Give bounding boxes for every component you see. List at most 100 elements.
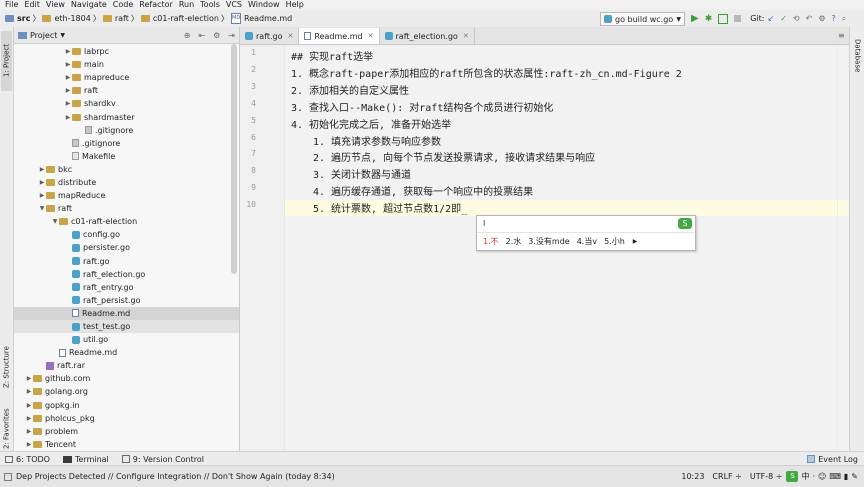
vcs-history-icon[interactable]: ⟲ (793, 14, 800, 23)
tree-item[interactable]: ▶ shardmaster (14, 110, 239, 123)
expand-right-icon[interactable]: ▶ (25, 415, 33, 422)
emoji-icon[interactable]: ☺ (818, 472, 826, 481)
editor-tab[interactable]: Readme.md ✕ (299, 28, 380, 44)
menu-item-file[interactable]: File (0, 0, 21, 10)
tab-database[interactable]: Database (852, 32, 863, 80)
hide-panel-icon[interactable]: ⇥ (228, 31, 235, 40)
breadcrumb-item[interactable]: MD Readme.md (229, 13, 294, 24)
menu-item-window[interactable]: Window (245, 0, 283, 10)
expand-right-icon[interactable]: ▶ (25, 388, 33, 395)
run-icon[interactable]: ▶ (691, 13, 699, 24)
expand-right-icon[interactable]: ▶ (64, 87, 72, 94)
tree-item[interactable]: persister.go (14, 241, 239, 254)
line-separator[interactable]: CRLF ÷ (712, 472, 741, 481)
tree-item[interactable]: util.go (14, 333, 239, 346)
tab-terminal[interactable]: Terminal (75, 455, 109, 464)
project-view-selector[interactable]: Project (30, 31, 57, 40)
tree-item[interactable]: ▶ labrpc (14, 45, 239, 58)
menu-item-run[interactable]: Run (176, 0, 197, 10)
expand-right-icon[interactable]: ▶ (25, 428, 33, 435)
tree-item[interactable]: raft_persist.go (14, 294, 239, 307)
caret-position[interactable]: 10:23 (681, 472, 704, 481)
close-icon[interactable]: ✕ (368, 32, 374, 40)
code-line[interactable]: 3. 关闭计数器与通道 (313, 166, 411, 181)
tree-item[interactable]: ▶ golang.org (14, 385, 239, 398)
search-icon[interactable]: ⌕ (842, 14, 846, 24)
menu-item-view[interactable]: View (43, 0, 68, 10)
tree-item[interactable]: ▶ problem (14, 425, 239, 438)
expand-right-icon[interactable]: ▶ (64, 74, 72, 81)
punctuation-icon[interactable]: · (812, 472, 815, 481)
ime-candidate[interactable]: 4.当v (577, 236, 597, 247)
tree-item[interactable]: ▶ bkc (14, 163, 239, 176)
chevron-down-icon[interactable]: ▼ (60, 32, 65, 39)
code-line[interactable]: 2. 添加相关的自定义属性 (291, 82, 409, 97)
expand-down-icon[interactable]: ▼ (51, 218, 59, 225)
tree-item[interactable]: raft_election.go (14, 268, 239, 281)
breadcrumb-item[interactable]: c01-raft-election (139, 14, 221, 23)
breadcrumb-item[interactable]: src (3, 14, 32, 23)
scroll-from-source-icon[interactable]: ⊕ (184, 31, 191, 40)
tab-options-icon[interactable]: ≡ (838, 31, 845, 40)
skin-icon[interactable]: ✎ (851, 472, 858, 481)
code-line[interactable]: 4. 初始化完成之后, 准备开始选举 (291, 116, 451, 131)
tree-item[interactable]: ▼ c01-raft-election (14, 215, 239, 228)
tree-item[interactable]: raft.rar (14, 359, 239, 372)
tree-item[interactable]: ▶ github.com (14, 372, 239, 385)
code-line[interactable]: ## 实现raft选举 (291, 48, 373, 63)
expand-right-icon[interactable]: ▶ (38, 166, 46, 173)
collapse-all-icon[interactable]: ⇤ (198, 31, 205, 40)
expand-right-icon[interactable]: ▶ (64, 100, 72, 107)
close-icon[interactable]: ✕ (463, 32, 469, 40)
breadcrumb-item[interactable]: eth-1804 (40, 14, 92, 23)
ime-candidate[interactable]: 2.水 (506, 236, 522, 247)
code-line[interactable]: 1. 填充请求参数与响应参数 (313, 133, 441, 148)
ime-candidate-popup[interactable]: l S 1.不 2.水 3.没有mde 4.当v 5.小h ▶ (476, 215, 696, 251)
tree-item[interactable]: ▶ shardkv (14, 97, 239, 110)
menu-item-navigate[interactable]: Navigate (68, 0, 110, 10)
code-line[interactable]: 4. 遍历缓存通道, 获取每一个响应中的投票结果 (313, 183, 533, 198)
project-scrollbar[interactable] (231, 44, 237, 274)
tree-item[interactable]: ▶ main (14, 58, 239, 71)
code-line[interactable]: 2. 遍历节点, 向每个节点发送投票请求, 接收请求结果与响应 (313, 149, 595, 164)
tree-item[interactable]: raft_entry.go (14, 281, 239, 294)
tree-item[interactable]: test_test.go (14, 319, 239, 334)
expand-right-icon[interactable]: ▶ (25, 402, 33, 409)
editor-tab[interactable]: raft.go ✕ (240, 28, 300, 44)
help-icon[interactable]: ? (832, 14, 836, 23)
ime-candidate[interactable]: 3.没有mde (528, 236, 569, 247)
code-line[interactable]: 3. 查找入口--Make(): 对raft结构各个成员进行初始化 (291, 99, 553, 114)
code-line[interactable]: 5. 统计票数, 超过节点数1/2即_ (313, 200, 467, 215)
tab-event-log[interactable]: Event Log (818, 455, 858, 464)
debug-icon[interactable]: ✱ (705, 14, 713, 24)
tab-favorites[interactable]: 2: Favorites (1, 405, 12, 453)
menu-item-vcs[interactable]: VCS (223, 0, 245, 10)
menu-item-code[interactable]: Code (110, 0, 136, 10)
tree-item[interactable]: ▶ gopkg.in (14, 399, 239, 412)
tree-item[interactable]: ▶ distribute (14, 176, 239, 189)
expand-right-icon[interactable]: ▶ (38, 179, 46, 186)
ime-next-page-icon[interactable]: ▶ (633, 238, 638, 245)
stop-icon[interactable] (734, 15, 742, 22)
tree-item[interactable]: ▶ mapReduce (14, 189, 239, 202)
ime-candidate[interactable]: 5.小h (604, 236, 625, 247)
tree-item[interactable]: ▼ raft (14, 202, 239, 215)
tab-version-control[interactable]: 9: Version Control (133, 455, 204, 464)
tree-item[interactable]: ▶ raft (14, 84, 239, 97)
tree-item[interactable]: ▶ pholcus_pkg (14, 412, 239, 425)
run-config-select[interactable]: go build wc.go ▼ (600, 12, 685, 26)
ime-mode-indicator[interactable]: 中 (801, 471, 809, 482)
sogou-ime-icon[interactable]: S (786, 471, 799, 482)
tree-item[interactable]: config.go (14, 228, 239, 241)
expand-right-icon[interactable]: ▶ (25, 441, 33, 448)
expand-right-icon[interactable]: ▶ (64, 114, 72, 121)
settings-icon[interactable]: ⚙ (818, 14, 825, 23)
vcs-update-icon[interactable]: ↙ (768, 14, 775, 23)
tree-item[interactable]: .gitignore (14, 137, 239, 150)
editor-tab[interactable]: raft_election.go ✕ (379, 28, 475, 44)
tree-item[interactable]: raft.go (14, 255, 239, 268)
menu-item-edit[interactable]: Edit (21, 0, 43, 10)
vcs-revert-icon[interactable]: ↶ (806, 14, 813, 23)
settings-icon[interactable]: ⚙ (213, 31, 220, 40)
tree-item[interactable]: ▶ mapreduce (14, 71, 239, 84)
